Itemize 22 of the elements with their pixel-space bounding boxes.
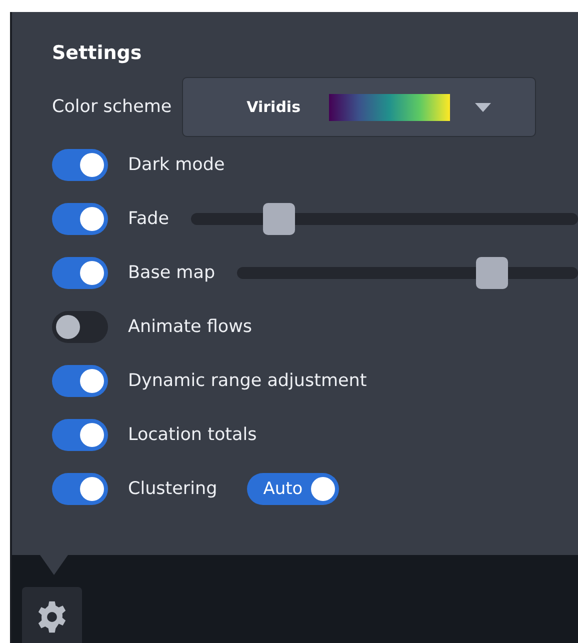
auto-toggle[interactable]: Auto bbox=[247, 473, 339, 505]
toggle-switch[interactable] bbox=[52, 311, 108, 343]
setting-label: Clustering bbox=[128, 479, 218, 499]
setting-label: Location totals bbox=[128, 425, 257, 445]
toggle-switch[interactable] bbox=[52, 257, 108, 289]
toggle-switch[interactable] bbox=[52, 419, 108, 451]
setting-label: Fade bbox=[128, 209, 170, 229]
color-scheme-label: Color scheme bbox=[52, 97, 172, 117]
slider-thumb[interactable] bbox=[476, 257, 508, 289]
toggle-switch[interactable] bbox=[52, 149, 108, 181]
caret-icon bbox=[474, 102, 491, 112]
toggle-switch[interactable] bbox=[52, 203, 108, 235]
setting-label: Base map bbox=[128, 263, 216, 283]
setting-label: Dynamic range adjustment bbox=[128, 371, 367, 391]
settings-button[interactable] bbox=[22, 587, 82, 643]
setting-label: Dark mode bbox=[128, 155, 225, 175]
setting-label: Animate flows bbox=[128, 317, 252, 337]
slider-thumb[interactable] bbox=[263, 203, 296, 235]
color-scheme-dropdown[interactable]: Viridis bbox=[182, 77, 536, 137]
panel-title: Settings bbox=[52, 42, 143, 66]
toggle-switch[interactable] bbox=[52, 365, 108, 397]
toggle-switch[interactable] bbox=[52, 473, 108, 505]
